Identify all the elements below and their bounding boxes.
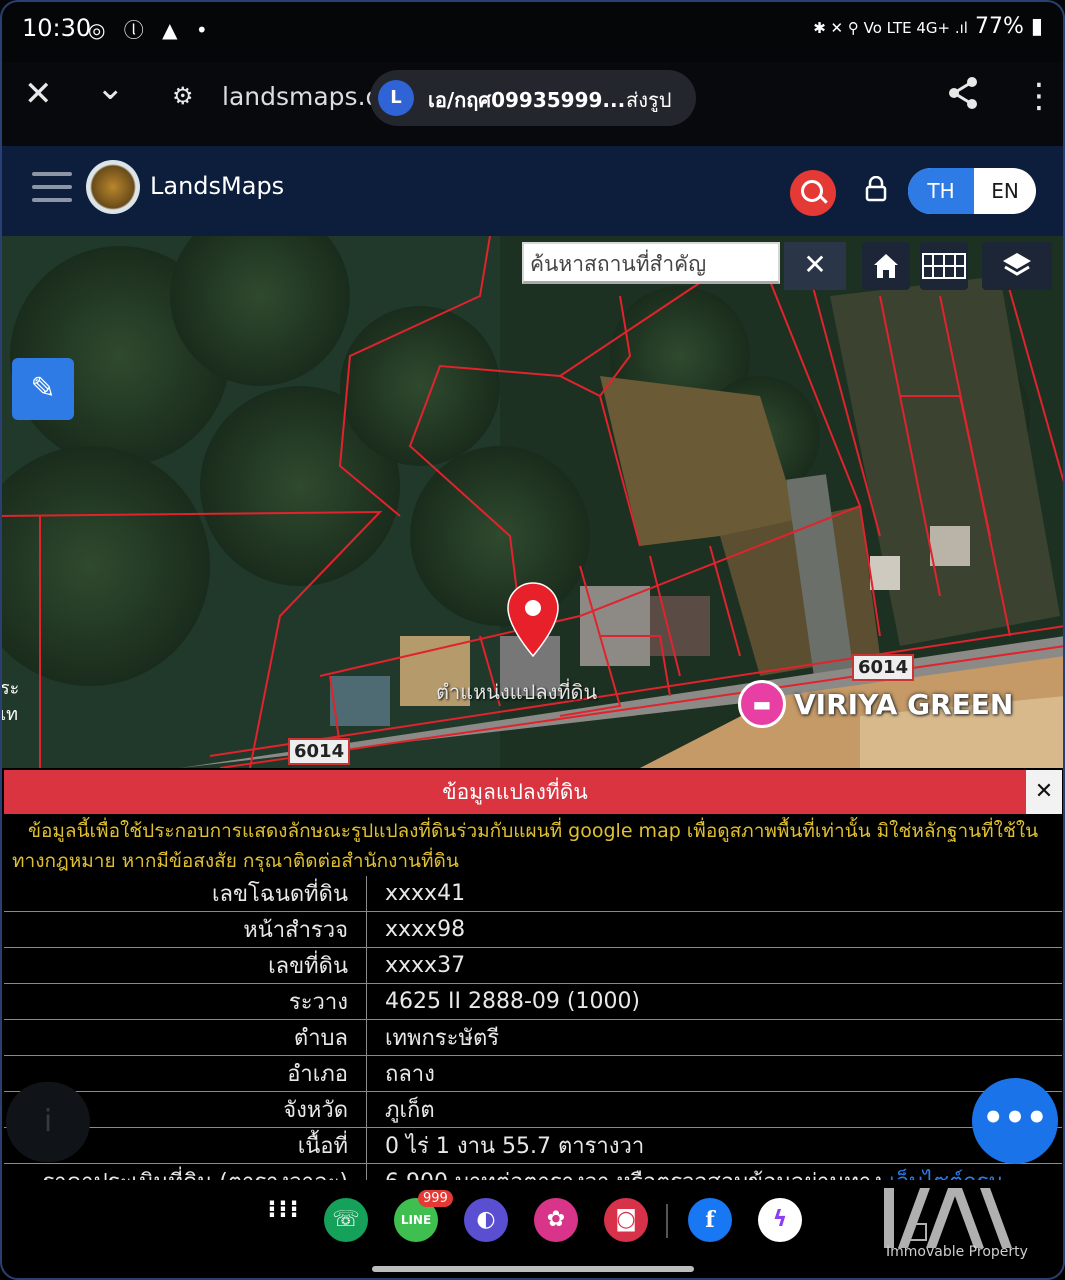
url-text[interactable]: landsmaps.d bbox=[222, 82, 381, 111]
table-row: หน้าสำรวจ xxxx98 bbox=[4, 911, 1062, 948]
layers-icon[interactable] bbox=[982, 242, 1052, 290]
facebook-icon[interactable]: f bbox=[688, 1198, 732, 1242]
row-value: เทพกระษัตรี bbox=[366, 1019, 1062, 1056]
status-bar: 10:30 ◎ ⓛ ▲ • ✱ ✕ ⚲ Vo LTE 4G+ .ıl 77% ▮ bbox=[0, 0, 1065, 62]
clear-search-button[interactable]: ✕ bbox=[784, 242, 846, 290]
gallery-app-icon[interactable]: ✿ bbox=[534, 1198, 578, 1242]
notification-icons: ◎ ⓛ ▲ • bbox=[88, 18, 214, 42]
row-value: xxxx37 bbox=[366, 947, 1062, 984]
dock-divider bbox=[666, 1204, 668, 1238]
search-icon-handle bbox=[819, 195, 828, 204]
table-row: เลขที่ดิน xxxx37 bbox=[4, 947, 1062, 984]
shield-icon: L bbox=[378, 80, 414, 116]
hotel-icon[interactable]: ▬ bbox=[738, 680, 786, 728]
row-label: เลขที่ดิน bbox=[4, 947, 367, 984]
map-edge-label: ระ เท bbox=[0, 678, 20, 725]
place-search-input[interactable]: ค้นหาสถานที่สำคัญ bbox=[522, 242, 780, 284]
row-value: xxxx41 bbox=[366, 876, 1062, 912]
disclaimer-text: ข้อมูลนี้เพื่อใช้ประกอบการแสดงลักษณะรูปแ… bbox=[12, 820, 1039, 872]
more-fab-button[interactable]: ••• bbox=[972, 1078, 1058, 1164]
info-icon[interactable]: i bbox=[6, 1082, 90, 1162]
battery-icon: ▮ bbox=[1030, 14, 1043, 39]
row-label: หน้าสำรวจ bbox=[4, 911, 367, 948]
row-value: ภูเก็ต bbox=[366, 1091, 1062, 1128]
more-options-icon[interactable]: ⋮ bbox=[1022, 76, 1056, 116]
table-row: จังหวัด ภูเก็ต bbox=[4, 1091, 1062, 1128]
camera-app-icon[interactable]: ◙ bbox=[604, 1198, 648, 1242]
road-label: 6014 bbox=[288, 738, 351, 765]
parcel-info-panel: ข้อมูลแปลงที่ดิน ✕ ข้อมูลนี้เพื่อใช้ประก… bbox=[0, 768, 1065, 1182]
panel-title: ข้อมูลแปลงที่ดิน bbox=[4, 770, 1026, 814]
row-label: ตำบล bbox=[4, 1019, 367, 1056]
messenger-icon[interactable]: ϟ bbox=[758, 1198, 802, 1242]
row-value: 0 ไร่ 1 งาน 55.7 ตารางวา bbox=[366, 1127, 1062, 1164]
app-header: LandsMaps TH EN bbox=[0, 146, 1065, 236]
row-value: ถลาง bbox=[366, 1055, 1062, 1092]
home-indicator[interactable] bbox=[372, 1266, 694, 1272]
table-row: เลขโฉนดที่ดิน xxxx41 bbox=[4, 876, 1062, 912]
draw-tools-icon[interactable]: ✎ bbox=[12, 358, 74, 420]
browser-toolbar: ✕ ⌄ ⚙ landsmaps.d L เอ/กฤศ09935999... ส่… bbox=[0, 62, 1065, 146]
grid-icon[interactable] bbox=[920, 242, 968, 290]
brand-name: LandsMaps bbox=[150, 172, 285, 200]
phone-icon[interactable]: ☏ bbox=[324, 1198, 368, 1242]
clock: 10:30 bbox=[22, 14, 92, 42]
row-value: 4625 II 2888-09 (1000) bbox=[366, 983, 1062, 1020]
landsmaps-logo bbox=[86, 160, 140, 214]
pill-action[interactable]: ส่งรูป bbox=[626, 84, 671, 116]
table-row: อำเภอ ถลาง bbox=[4, 1055, 1062, 1092]
site-settings-icon[interactable]: ⚙ bbox=[172, 82, 194, 110]
table-row: ระวาง 4625 II 2888-09 (1000) bbox=[4, 983, 1062, 1020]
row-value: xxxx98 bbox=[366, 911, 1062, 948]
lock-icon[interactable] bbox=[864, 175, 888, 208]
close-tab-icon[interactable]: ✕ bbox=[24, 74, 53, 114]
lang-en-button[interactable]: EN bbox=[974, 168, 1036, 214]
row-label: ระวาง bbox=[4, 983, 367, 1020]
browser-app-icon[interactable]: ◐ bbox=[464, 1198, 508, 1242]
watermark-text: Immovable Property bbox=[886, 1244, 1028, 1260]
pill-text: เอ/กฤศ09935999... bbox=[428, 88, 626, 112]
apps-grid-icon[interactable]: ⁝⁝⁝ bbox=[262, 1197, 306, 1242]
language-toggle[interactable]: TH EN bbox=[908, 168, 1036, 214]
chat-bubble-pill[interactable]: L เอ/กฤศ09935999... ส่งรูป bbox=[370, 70, 696, 126]
hamburger-menu-icon[interactable] bbox=[32, 172, 72, 206]
share-icon[interactable] bbox=[946, 76, 980, 118]
road-label: 6014 bbox=[852, 654, 915, 681]
home-icon[interactable] bbox=[862, 242, 910, 290]
battery-level: 77% bbox=[974, 14, 1024, 39]
notification-badge: 999 bbox=[418, 1190, 453, 1207]
system-status: ✱ ✕ ⚲ Vo LTE 4G+ .ıl 77% ▮ bbox=[813, 14, 1043, 39]
app-dock: ⁝⁝⁝ ☏ LINE 999 ◐ ✿ ◙ f ϟ Immovable Prope… bbox=[0, 1180, 1065, 1280]
satellite-map[interactable]: ค้นหาสถานที่สำคัญ ✕ ✎ ตำแหน่งแปลงที่ดิน … bbox=[0, 236, 1065, 768]
row-label: เลขโฉนดที่ดิน bbox=[4, 876, 367, 912]
poi-label[interactable]: VIRIYA GREEN bbox=[794, 688, 1013, 721]
close-panel-button[interactable]: ✕ bbox=[1026, 770, 1062, 814]
search-button[interactable] bbox=[790, 170, 836, 216]
signal-icons: ✱ ✕ ⚲ Vo LTE 4G+ .ıl bbox=[813, 19, 968, 37]
parcel-info-table: เลขโฉนดที่ดิน xxxx41 หน้าสำรวจ xxxx98 เลขที่… bbox=[4, 876, 1062, 1182]
lang-th-button[interactable]: TH bbox=[908, 168, 974, 214]
table-row: ตำบล เทพกระษัตรี bbox=[4, 1019, 1062, 1056]
parcel-location-label: ตำแหน่งแปลงที่ดิน bbox=[436, 680, 598, 704]
table-row: เนื้อที่ 0 ไร่ 1 งาน 55.7 ตารางวา bbox=[4, 1127, 1062, 1164]
chevron-down-icon[interactable]: ⌄ bbox=[96, 68, 125, 108]
